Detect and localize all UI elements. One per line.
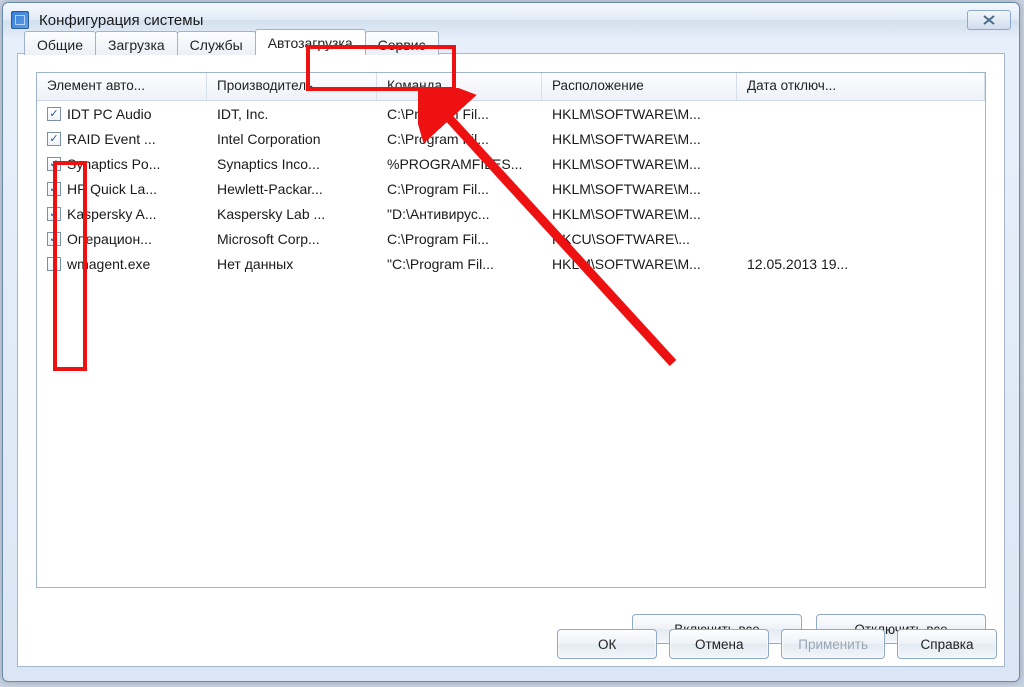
row-command: %PROGRAMFILES... [377, 156, 542, 172]
row-vendor: Synaptics Inco... [207, 156, 377, 172]
row-checkbox[interactable] [47, 257, 61, 271]
tab-tools[interactable]: Сервис [365, 31, 439, 55]
row-command: "D:\Антивирус... [377, 206, 542, 222]
row-name: Kaspersky A... [67, 206, 156, 222]
row-name: wmagent.exe [67, 256, 150, 272]
app-icon [11, 11, 29, 29]
row-vendor: Intel Corporation [207, 131, 377, 147]
row-vendor: Нет данных [207, 256, 377, 272]
row-location: HKLM\SOFTWARE\M... [542, 206, 737, 222]
row-name: HP Quick La... [67, 181, 157, 197]
row-location: HKLM\SOFTWARE\M... [542, 181, 737, 197]
row-checkbox[interactable] [47, 157, 61, 171]
row-name: Операцион... [67, 231, 152, 247]
row-vendor: Microsoft Corp... [207, 231, 377, 247]
table-row[interactable]: HP Quick La... Hewlett-Packar...C:\Progra… [37, 176, 985, 201]
tab-general[interactable]: Общие [24, 31, 96, 55]
row-command: C:\Program Fil... [377, 106, 542, 122]
row-command: C:\Program Fil... [377, 231, 542, 247]
row-checkbox[interactable] [47, 182, 61, 196]
row-vendor: IDT, Inc. [207, 106, 377, 122]
row-command: C:\Program Fil... [377, 131, 542, 147]
col-command[interactable]: Команда [377, 73, 542, 100]
row-command: C:\Program Fil... [377, 181, 542, 197]
apply-button[interactable]: Применить [781, 629, 885, 659]
cancel-button[interactable]: Отмена [669, 629, 769, 659]
col-location[interactable]: Расположение [542, 73, 737, 100]
close-button[interactable] [967, 10, 1011, 30]
help-button[interactable]: Справка [897, 629, 997, 659]
row-command: "C:\Program Fil... [377, 256, 542, 272]
close-icon [982, 15, 996, 25]
row-name: RAID Event ... [67, 131, 156, 147]
row-checkbox[interactable] [47, 232, 61, 246]
ok-button[interactable]: ОК [557, 629, 657, 659]
tab-panel: Общие Загрузка Службы Автозагрузка Серви… [17, 53, 1005, 667]
row-vendor: Hewlett-Packar... [207, 181, 377, 197]
col-item[interactable]: Элемент авто... [37, 73, 207, 100]
row-checkbox[interactable] [47, 107, 61, 121]
table-row[interactable]: Synaptics Po... Synaptics Inco...%PROGRAM… [37, 151, 985, 176]
row-location: HKCU\SOFTWARE\... [542, 231, 737, 247]
row-location: HKLM\SOFTWARE\M... [542, 106, 737, 122]
table-row[interactable]: Kaspersky A... Kaspersky Lab ..."D:\Антив… [37, 201, 985, 226]
row-vendor: Kaspersky Lab ... [207, 206, 377, 222]
table-row[interactable]: RAID Event ... Intel CorporationC:\Progra… [37, 126, 985, 151]
table-row[interactable]: wmagent.exe Нет данных"C:\Program Fil...H… [37, 251, 985, 276]
row-location: HKLM\SOFTWARE\M... [542, 131, 737, 147]
row-checkbox[interactable] [47, 207, 61, 221]
list-body: IDT PC AudioIDT, Inc.C:\Program Fil...HK… [37, 101, 985, 276]
row-location: HKLM\SOFTWARE\M... [542, 156, 737, 172]
dialog-window: Конфигурация системы Общие Загрузка Служ… [2, 2, 1020, 682]
dialog-buttons: ОК Отмена Применить Справка [557, 629, 997, 659]
row-date: 12.05.2013 19... [737, 256, 985, 272]
window-title: Конфигурация системы [39, 12, 203, 29]
tab-boot[interactable]: Загрузка [95, 31, 178, 55]
table-row[interactable]: IDT PC Audio IDT, Inc.C:\Program Fil...HK… [37, 101, 985, 126]
tab-startup[interactable]: Автозагрузка [255, 29, 366, 55]
tab-services[interactable]: Службы [177, 31, 256, 55]
col-vendor[interactable]: Производитель [207, 73, 377, 100]
row-checkbox[interactable] [47, 132, 61, 146]
row-location: HKLM\SOFTWARE\M... [542, 256, 737, 272]
tab-bar: Общие Загрузка Службы Автозагрузка Серви… [24, 29, 438, 55]
list-header: Элемент авто... Производитель Команда Ра… [37, 73, 985, 101]
startup-list[interactable]: Элемент авто... Производитель Команда Ра… [36, 72, 986, 588]
col-date[interactable]: Дата отключ... [737, 73, 985, 100]
table-row[interactable]: Операцион... Microsoft Corp...C:\Program … [37, 226, 985, 251]
row-name: IDT PC Audio [67, 106, 152, 122]
row-name: Synaptics Po... [67, 156, 160, 172]
